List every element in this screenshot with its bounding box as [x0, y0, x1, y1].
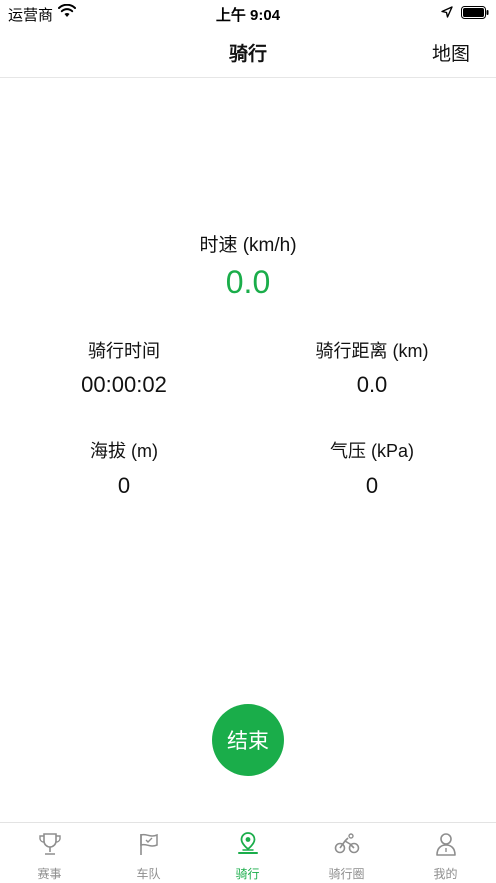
map-button[interactable]: 地图	[432, 39, 470, 66]
tab-events[interactable]: 赛事	[0, 823, 99, 883]
speed-label: 时速 (km/h)	[199, 235, 297, 256]
riding-time-value: 00:00:02	[81, 372, 167, 397]
tab-label: 骑行圈	[328, 867, 365, 881]
pressure-value: 0	[365, 473, 379, 498]
page-title: 骑行	[228, 44, 267, 65]
tab-label: 我的	[433, 867, 458, 881]
end-ride-button[interactable]: 结束	[212, 704, 284, 776]
altitude-label: 海拔 (m)	[90, 441, 158, 461]
status-time: 上午 9:04	[215, 7, 281, 24]
distance-label: 骑行距离 (km)	[315, 341, 429, 361]
flag-icon	[140, 833, 158, 855]
tab-label: 赛事	[37, 867, 62, 881]
altitude-value: 0	[117, 473, 131, 498]
trophy-icon	[39, 833, 61, 855]
battery-icon	[461, 6, 489, 19]
speed-value: 0.0	[225, 264, 271, 300]
navigation-bar: 骑行 地图	[0, 26, 496, 78]
location-arrow-icon	[441, 6, 453, 18]
pressure-label: 气压 (kPa)	[329, 441, 414, 461]
tab-label: 骑行	[235, 867, 260, 881]
riding-time-label: 骑行时间	[88, 341, 160, 361]
tab-team[interactable]: 车队	[99, 823, 198, 883]
tab-label: 车队	[136, 867, 161, 881]
location-pin-icon	[238, 832, 258, 854]
tab-riding-circle[interactable]: 骑行圈	[297, 823, 396, 883]
tab-bar: 赛事 车队 骑行 骑行圈 我的	[0, 822, 496, 883]
person-icon	[436, 833, 456, 856]
bicycle-icon	[334, 833, 360, 854]
status-bar: 运营商 上午 9:04	[0, 0, 496, 26]
tab-ride[interactable]: 骑行	[198, 823, 297, 883]
distance-value: 0.0	[356, 372, 388, 397]
tab-me[interactable]: 我的	[396, 823, 495, 883]
